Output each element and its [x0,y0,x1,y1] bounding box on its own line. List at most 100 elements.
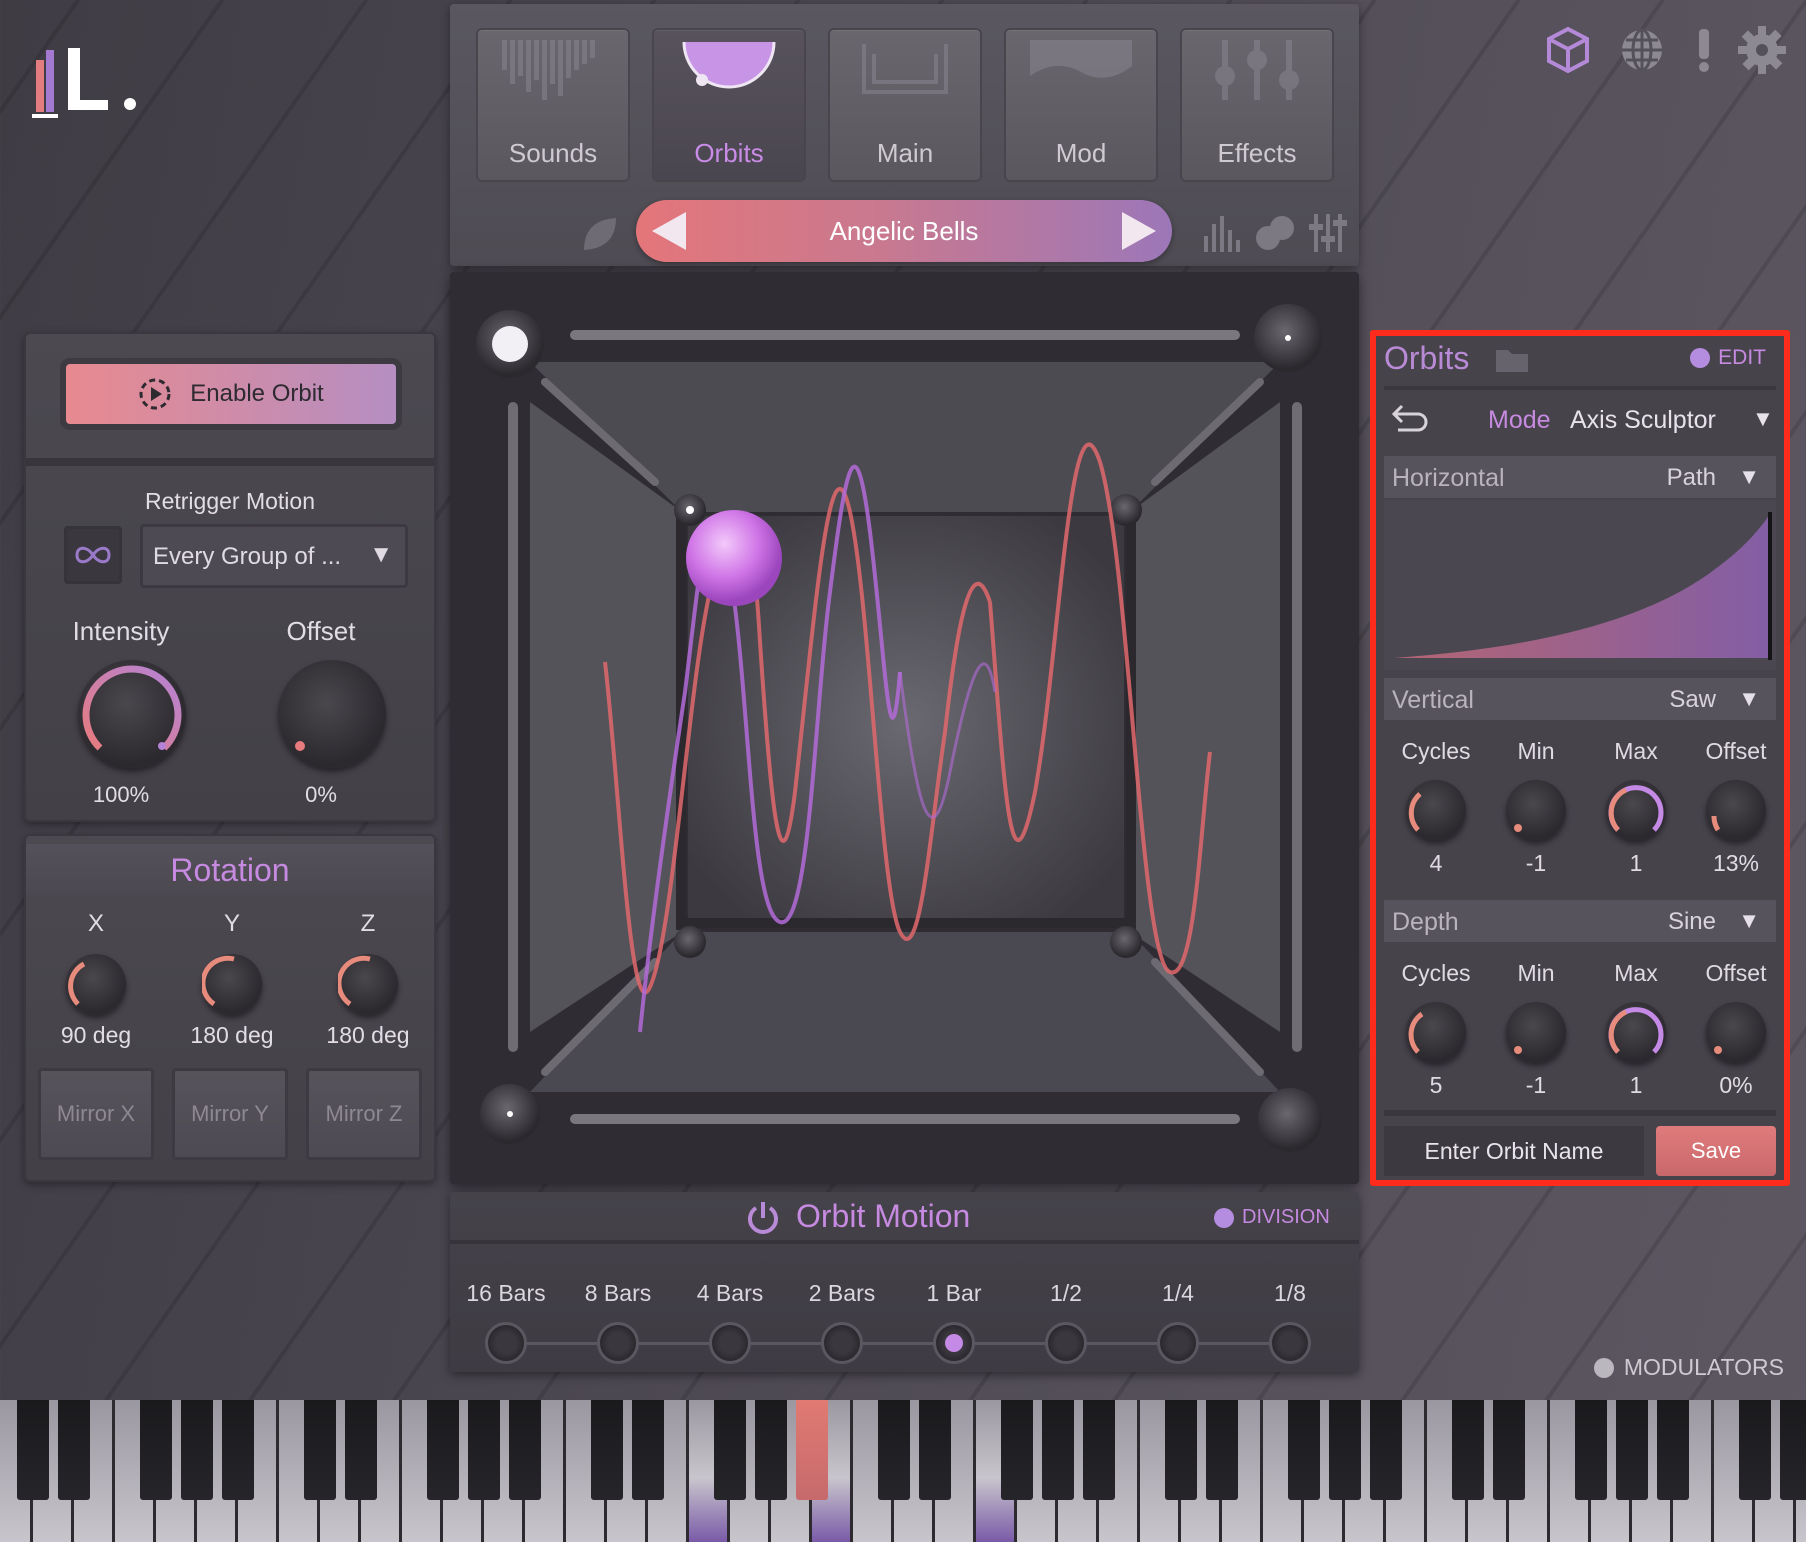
edit-toggle[interactable]: EDIT [1690,346,1766,370]
black-key[interactable] [468,1400,500,1500]
next-preset-icon[interactable] [1122,212,1156,250]
infinity-icon [75,546,111,564]
black-key[interactable] [1739,1400,1771,1500]
black-key[interactable] [1165,1400,1197,1500]
division-quarter-radio[interactable] [1157,1322,1199,1364]
orbit-name-input[interactable]: Enter Orbit Name [1384,1126,1644,1176]
mode-dropdown[interactable]: Axis Sculptor [1570,406,1716,435]
bars-icon[interactable] [1200,212,1244,259]
black-key[interactable] [58,1400,90,1500]
black-key[interactable] [509,1400,541,1500]
black-key[interactable] [181,1400,213,1500]
black-key[interactable] [1083,1400,1115,1500]
rotation-y-knob[interactable] [202,954,262,1014]
black-key[interactable] [878,1400,910,1500]
division-eighth-radio[interactable] [1269,1322,1311,1364]
mirror-x-button[interactable]: Mirror X [38,1068,154,1160]
depth-max-knob[interactable] [1606,1002,1666,1062]
division-4-bars-radio[interactable] [709,1322,751,1364]
black-key[interactable] [1001,1400,1033,1500]
preset-name: Angelic Bells [829,216,979,246]
save-button[interactable]: Save [1656,1126,1776,1176]
black-key[interactable] [1370,1400,1402,1500]
black-key[interactable] [796,1400,828,1500]
rotation-z-knob[interactable] [338,954,398,1014]
depth-cycles-knob[interactable] [1406,1002,1466,1062]
vertical-offset-knob[interactable] [1706,780,1766,840]
undo-icon[interactable] [1390,400,1430,436]
shapes-icon[interactable] [1254,212,1298,259]
black-key[interactable] [714,1400,746,1500]
vertical-min-knob[interactable] [1506,780,1566,840]
leaf-icon[interactable] [580,214,620,263]
black-key[interactable] [17,1400,49,1500]
mirror-z-button[interactable]: Mirror Z [306,1068,422,1160]
gear-icon[interactable] [1734,22,1790,78]
black-key[interactable] [1329,1400,1361,1500]
division-8-bars-radio[interactable] [597,1322,639,1364]
black-key[interactable] [222,1400,254,1500]
black-key[interactable] [919,1400,951,1500]
black-key[interactable] [304,1400,336,1500]
globe-icon[interactable] [1614,22,1670,78]
black-key[interactable] [427,1400,459,1500]
vertical-cycles-knob[interactable] [1406,780,1466,840]
alert-icon[interactable] [1676,22,1732,78]
intensity-label: Intensity [72,616,170,646]
folder-icon[interactable] [1494,346,1530,374]
loop-toggle[interactable] [64,526,122,584]
black-key[interactable] [1042,1400,1074,1500]
black-key[interactable] [591,1400,623,1500]
rotation-x-knob[interactable] [66,954,126,1014]
offset-label: Offset [286,616,356,646]
black-key[interactable] [632,1400,664,1500]
division-2-bars-radio[interactable] [821,1322,863,1364]
division-eighth-label: 1/8 [1274,1280,1306,1306]
horizontal-value: Path [1666,464,1716,491]
retrigger-dropdown[interactable]: Every Group of ... ▼ [140,524,408,588]
sounds-icon [502,40,595,100]
division-16-bars-radio[interactable] [485,1322,527,1364]
tab-sounds[interactable]: Sounds [476,28,630,182]
black-key[interactable] [1493,1400,1525,1500]
horizontal-header[interactable]: Horizontal Path ▼ [1384,456,1776,498]
tab-mod[interactable]: Mod [1004,28,1158,182]
tab-main[interactable]: Main [828,28,982,182]
depth-min-knob[interactable] [1506,1002,1566,1062]
division-4-bars-label: 4 Bars [696,1280,764,1306]
black-key[interactable] [1452,1400,1484,1500]
tab-effects[interactable]: Effects [1180,28,1334,182]
black-key[interactable] [140,1400,172,1500]
black-key[interactable] [1780,1400,1806,1500]
black-key[interactable] [1575,1400,1607,1500]
enable-orbit-button[interactable]: Enable Orbit [66,364,396,424]
intensity-knob[interactable] [78,660,186,768]
rotation-y-value: 180 deg [190,1022,274,1048]
modulators-toggle[interactable]: MODULATORS [1593,1354,1784,1381]
division-half-radio[interactable] [1045,1322,1087,1364]
preset-selector[interactable]: Angelic Bells [636,200,1172,262]
black-key[interactable] [1616,1400,1648,1500]
mirror-y-button[interactable]: Mirror Y [172,1068,288,1160]
path-curve-editor[interactable] [1384,500,1776,670]
orbit-viewport[interactable] [450,272,1359,1184]
black-key[interactable] [1657,1400,1689,1500]
vertical-header[interactable]: Vertical Saw ▼ [1384,678,1776,720]
chevron-down-icon[interactable]: ▼ [1752,406,1774,432]
power-icon[interactable] [746,1200,780,1236]
offset-knob[interactable] [278,660,386,768]
piano-keyboard[interactable] [0,1400,1806,1542]
black-key[interactable] [345,1400,377,1500]
cube-icon[interactable] [1540,22,1596,78]
division-toggle[interactable]: DIVISION [1214,1206,1330,1229]
mixer-icon[interactable] [1306,212,1350,259]
tab-orbits[interactable]: Orbits [652,28,806,182]
black-key[interactable] [755,1400,787,1500]
vertical-max-knob[interactable] [1606,780,1666,840]
depth-header[interactable]: Depth Sine ▼ [1384,900,1776,942]
black-key[interactable] [1288,1400,1320,1500]
black-key[interactable] [1206,1400,1238,1500]
depth-offset-label: Offset [1705,960,1767,986]
depth-offset-knob[interactable] [1706,1002,1766,1062]
division-1-bar-radio[interactable] [933,1322,975,1364]
